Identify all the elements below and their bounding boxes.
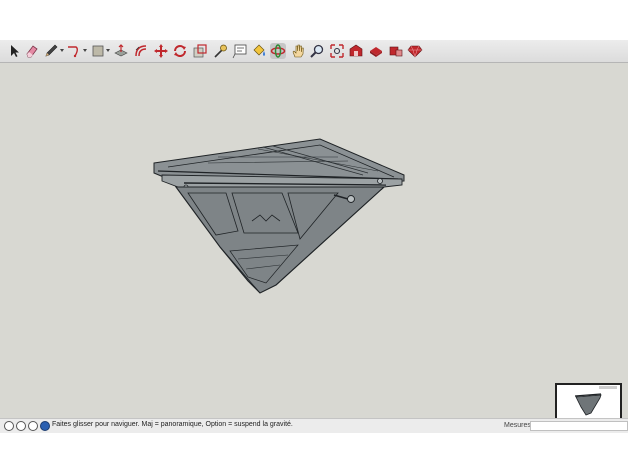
share-model-icon — [370, 47, 382, 57]
share-model-tool-button[interactable] — [368, 43, 384, 59]
eraser-tool-button[interactable] — [24, 43, 40, 59]
main-toolbar — [0, 40, 628, 63]
offset-icon — [135, 45, 147, 57]
push-pull-tool-button[interactable] — [113, 43, 129, 59]
zoom-extents-icon — [330, 44, 344, 58]
window-top-area — [0, 0, 628, 40]
arrow-cursor-icon — [11, 45, 19, 57]
rectangle-dropdown-icon[interactable] — [106, 49, 110, 52]
pencil-line-tool-button[interactable] — [43, 43, 59, 59]
user-account-icon[interactable] — [40, 421, 50, 431]
scale-icon — [193, 44, 207, 58]
rotate-icon — [174, 45, 186, 57]
credits-icon[interactable] — [28, 421, 38, 431]
status-bar: Faites glisser pour naviguer. Maj = pano… — [0, 418, 628, 433]
paint-bucket-tool-button[interactable] — [251, 43, 267, 59]
move-arrows-icon — [154, 44, 168, 58]
warehouse-tool-button[interactable] — [348, 43, 364, 59]
move-tool-button[interactable] — [153, 43, 169, 59]
scale-tool-button[interactable] — [192, 43, 208, 59]
hand-icon — [292, 44, 304, 58]
status-hint: Faites glisser pour naviguer. Maj = pano… — [52, 421, 293, 428]
window-bottom-area — [0, 433, 628, 472]
3d-viewport[interactable] — [0, 63, 628, 418]
measurements-field[interactable] — [530, 421, 628, 431]
pencil-icon — [45, 44, 58, 57]
measurements-label: Mesures — [504, 422, 531, 429]
select-tool-button[interactable] — [6, 43, 22, 59]
text-tool-button[interactable] — [232, 43, 248, 59]
arc-icon — [68, 46, 78, 58]
orbit-tool-button[interactable] — [270, 43, 286, 59]
warehouse-icon — [349, 44, 363, 57]
preview-thumbnail[interactable] — [555, 383, 622, 418]
orbit-icon — [270, 44, 286, 58]
zoom-extents-tool-button[interactable] — [329, 43, 345, 59]
3d-model[interactable] — [148, 135, 410, 297]
offset-tool-button[interactable] — [133, 43, 149, 59]
magnifier-icon — [310, 44, 324, 58]
tape-measure-tool-button[interactable] — [212, 43, 228, 59]
ruby-console-tool-button[interactable] — [407, 43, 423, 59]
tape-measure-icon — [214, 44, 227, 58]
pan-tool-button[interactable] — [290, 43, 306, 59]
ruby-gem-icon — [407, 45, 423, 58]
rectangle-icon — [92, 45, 104, 57]
rotate-tool-button[interactable] — [172, 43, 188, 59]
extension-icon — [389, 46, 403, 57]
paint-bucket-icon — [253, 44, 265, 56]
eraser-icon — [26, 45, 38, 58]
rectangle-tool-button[interactable] — [90, 43, 106, 59]
extension-warehouse-tool-button[interactable] — [388, 43, 404, 59]
help-icon[interactable] — [4, 421, 14, 431]
pencil-dropdown-icon[interactable] — [60, 49, 64, 52]
geolocation-icon[interactable] — [16, 421, 26, 431]
arc-dropdown-icon[interactable] — [83, 49, 87, 52]
model-thumbnail-icon — [574, 393, 602, 416]
push-pull-icon — [114, 44, 128, 57]
arc-tool-button[interactable] — [66, 43, 82, 59]
zoom-tool-button[interactable] — [309, 43, 325, 59]
preview-tab — [599, 386, 617, 389]
text-label-icon — [232, 44, 247, 59]
